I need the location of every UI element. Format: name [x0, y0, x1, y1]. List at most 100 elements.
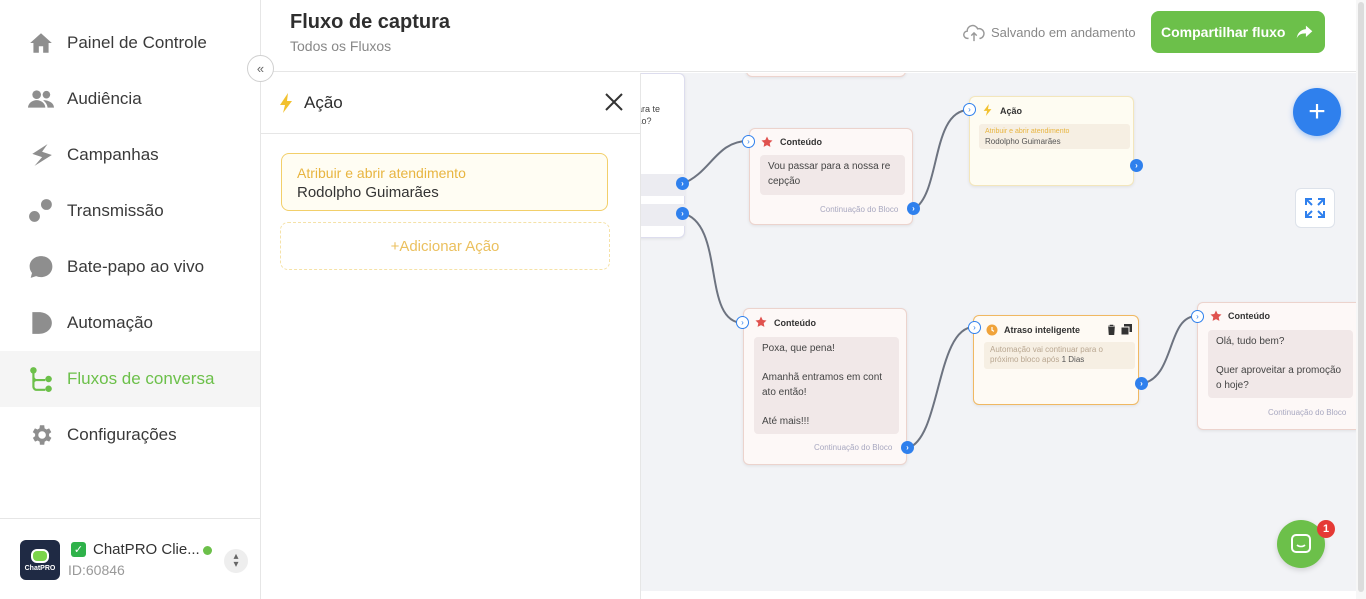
- node-title: Conteúdo: [780, 137, 822, 147]
- share-flow-button[interactable]: Compartilhar fluxo: [1151, 11, 1325, 53]
- star-icon: [1210, 310, 1222, 321]
- plus-icon: +: [1308, 95, 1326, 128]
- chat-icon: [28, 254, 54, 280]
- broadcast-icon: [28, 198, 54, 224]
- action-summary-value: Rodolpho Guimarães: [985, 137, 1061, 146]
- header: Fluxo de captura Todos os Fluxos Salvand…: [261, 0, 1366, 72]
- account-switcher: ChatPRO ✓ ChatPRO Clie... ID:60846 ▴ ▾: [0, 518, 260, 599]
- panel-title: Ação: [304, 93, 343, 112]
- sidebar-item-painel[interactable]: Painel de Controle: [0, 15, 260, 71]
- chat-icon: [1291, 534, 1311, 553]
- action-node[interactable]: Ação Atribuir e abrir atendimento Rodolp…: [969, 96, 1134, 186]
- sidebar-item-fluxos[interactable]: Fluxos de conversa: [0, 351, 260, 407]
- home-icon: [28, 30, 54, 56]
- node-title: Ação: [1000, 106, 1023, 116]
- cloud-upload-icon: [963, 24, 985, 42]
- automation-icon: [28, 310, 54, 336]
- trash-icon[interactable]: [1107, 324, 1116, 335]
- partial-node-top[interactable]: [746, 73, 906, 77]
- lightning-icon: [280, 93, 292, 113]
- sidebar-item-bate-papo[interactable]: Bate-papo ao vivo: [0, 239, 260, 295]
- node-title: Conteúdo: [774, 318, 816, 328]
- close-icon[interactable]: [604, 92, 624, 112]
- content-node[interactable]: Conteúdo Vou passar para a nossa re cepç…: [749, 128, 913, 225]
- smart-delay-node[interactable]: Atraso inteligente Automação vai continu…: [973, 315, 1139, 405]
- gear-icon: [28, 422, 54, 448]
- expand-icon: [1305, 198, 1325, 218]
- add-block-button[interactable]: +: [1293, 88, 1341, 136]
- sidebar-item-label: Transmissão: [67, 201, 164, 220]
- sidebar-item-label: Automação: [67, 313, 153, 332]
- message-bubble: Olá, tudo bem? Quer aproveitar a promoçã…: [1208, 330, 1353, 398]
- star-icon: [755, 316, 767, 327]
- content-node[interactable]: Conteúdo Olá, tudo bem? Quer aproveitar …: [1197, 302, 1356, 430]
- continue-label: Continuação do Bloco: [820, 205, 899, 214]
- users-icon: [28, 86, 54, 112]
- output-port[interactable]: ›: [676, 177, 689, 190]
- input-port[interactable]: ›: [968, 321, 981, 334]
- whatsapp-check-icon: ✓: [71, 542, 86, 557]
- star-icon: [761, 136, 773, 147]
- sidebar-item-configuracoes[interactable]: Configurações: [0, 407, 260, 463]
- delay-summary: Automação vai continuar para o próximo b…: [984, 342, 1135, 369]
- share-flow-label: Compartilhar fluxo: [1161, 24, 1286, 40]
- node-title: Conteúdo: [1228, 311, 1270, 321]
- sidebar-item-label: Bate-papo ao vivo: [67, 257, 205, 276]
- continue-label: Continuação do Bloco: [1268, 408, 1347, 417]
- save-status: Salvando em andamento: [963, 22, 1136, 42]
- save-status-text: Salvando em andamento: [991, 24, 1136, 40]
- lightning-icon: [983, 104, 992, 116]
- account-id: ID:60846: [68, 562, 125, 578]
- fit-view-button[interactable]: [1295, 188, 1335, 228]
- sidebar-item-label: Fluxos de conversa: [67, 369, 215, 388]
- action-card-label: Atribuir e abrir atendimento: [297, 165, 466, 181]
- flow-canvas[interactable]: para te ção? › › Conteúdo Vou passar par…: [641, 73, 1356, 591]
- page-title: Fluxo de captura: [290, 11, 451, 33]
- action-card[interactable]: Atribuir e abrir atendimento Rodolpho Gu…: [281, 153, 608, 211]
- switch-account-button[interactable]: ▴ ▾: [224, 549, 248, 573]
- sidebar-item-automacao[interactable]: Automação: [0, 295, 260, 351]
- duplicate-icon[interactable]: [1121, 324, 1132, 335]
- collapse-sidebar-button[interactable]: «: [247, 55, 274, 82]
- input-port[interactable]: ›: [963, 103, 976, 116]
- output-port[interactable]: ›: [676, 207, 689, 220]
- online-status-dot: [203, 546, 212, 555]
- sidebar-item-label: Campanhas: [67, 145, 159, 164]
- output-port[interactable]: ›: [907, 202, 920, 215]
- input-port[interactable]: ›: [1191, 310, 1204, 323]
- add-action-button[interactable]: +Adicionar Ação: [280, 222, 610, 270]
- account-name: ChatPRO Clie...: [93, 541, 200, 558]
- sidebar-item-label: Audiência: [67, 89, 142, 108]
- sidebar-item-transmissao[interactable]: Transmissão: [0, 183, 260, 239]
- node-title: Atraso inteligente: [1004, 325, 1081, 335]
- sidebar-item-campanhas[interactable]: Campanhas: [0, 127, 260, 183]
- scrollbar-thumb[interactable]: [1358, 2, 1364, 592]
- double-chevron-left-icon: «: [256, 61, 265, 76]
- sidebar-item-label: Configurações: [67, 425, 177, 444]
- flow-icon: [28, 366, 54, 392]
- share-arrow-icon: [1296, 25, 1313, 39]
- input-port[interactable]: ›: [742, 135, 755, 148]
- action-summary: Atribuir e abrir atendimento Rodolpho Gu…: [979, 124, 1130, 149]
- breadcrumb[interactable]: Todos os Fluxos: [290, 38, 391, 54]
- action-panel: Ação Atribuir e abrir atendimento Rodolp…: [261, 73, 641, 599]
- campaign-icon: [28, 142, 54, 168]
- clock-icon: [986, 324, 998, 336]
- avatar-text: ChatPRO: [24, 564, 56, 572]
- output-port[interactable]: ›: [901, 441, 914, 454]
- sidebar-item-audiencia[interactable]: Audiência: [0, 71, 260, 127]
- avatar: ChatPRO: [20, 540, 60, 580]
- partial-text: ção?: [641, 116, 652, 126]
- sidebar-item-label: Painel de Controle: [67, 33, 207, 52]
- notification-badge: 1: [1317, 520, 1335, 538]
- action-card-value: Rodolpho Guimarães: [297, 184, 439, 201]
- message-bubble: Poxa, que pena! Amanhã entramos em cont …: [754, 337, 899, 434]
- output-port[interactable]: ›: [1130, 159, 1143, 172]
- input-port[interactable]: ›: [736, 316, 749, 329]
- content-node[interactable]: Conteúdo Poxa, que pena! Amanhã entramos…: [743, 308, 907, 465]
- partial-text: para te: [641, 104, 661, 114]
- output-port[interactable]: ›: [1135, 377, 1148, 390]
- panel-header: Ação: [261, 73, 640, 134]
- delay-duration: 1 Dias: [1061, 355, 1085, 364]
- delay-text: Automação vai continuar para o próximo b…: [990, 345, 1103, 364]
